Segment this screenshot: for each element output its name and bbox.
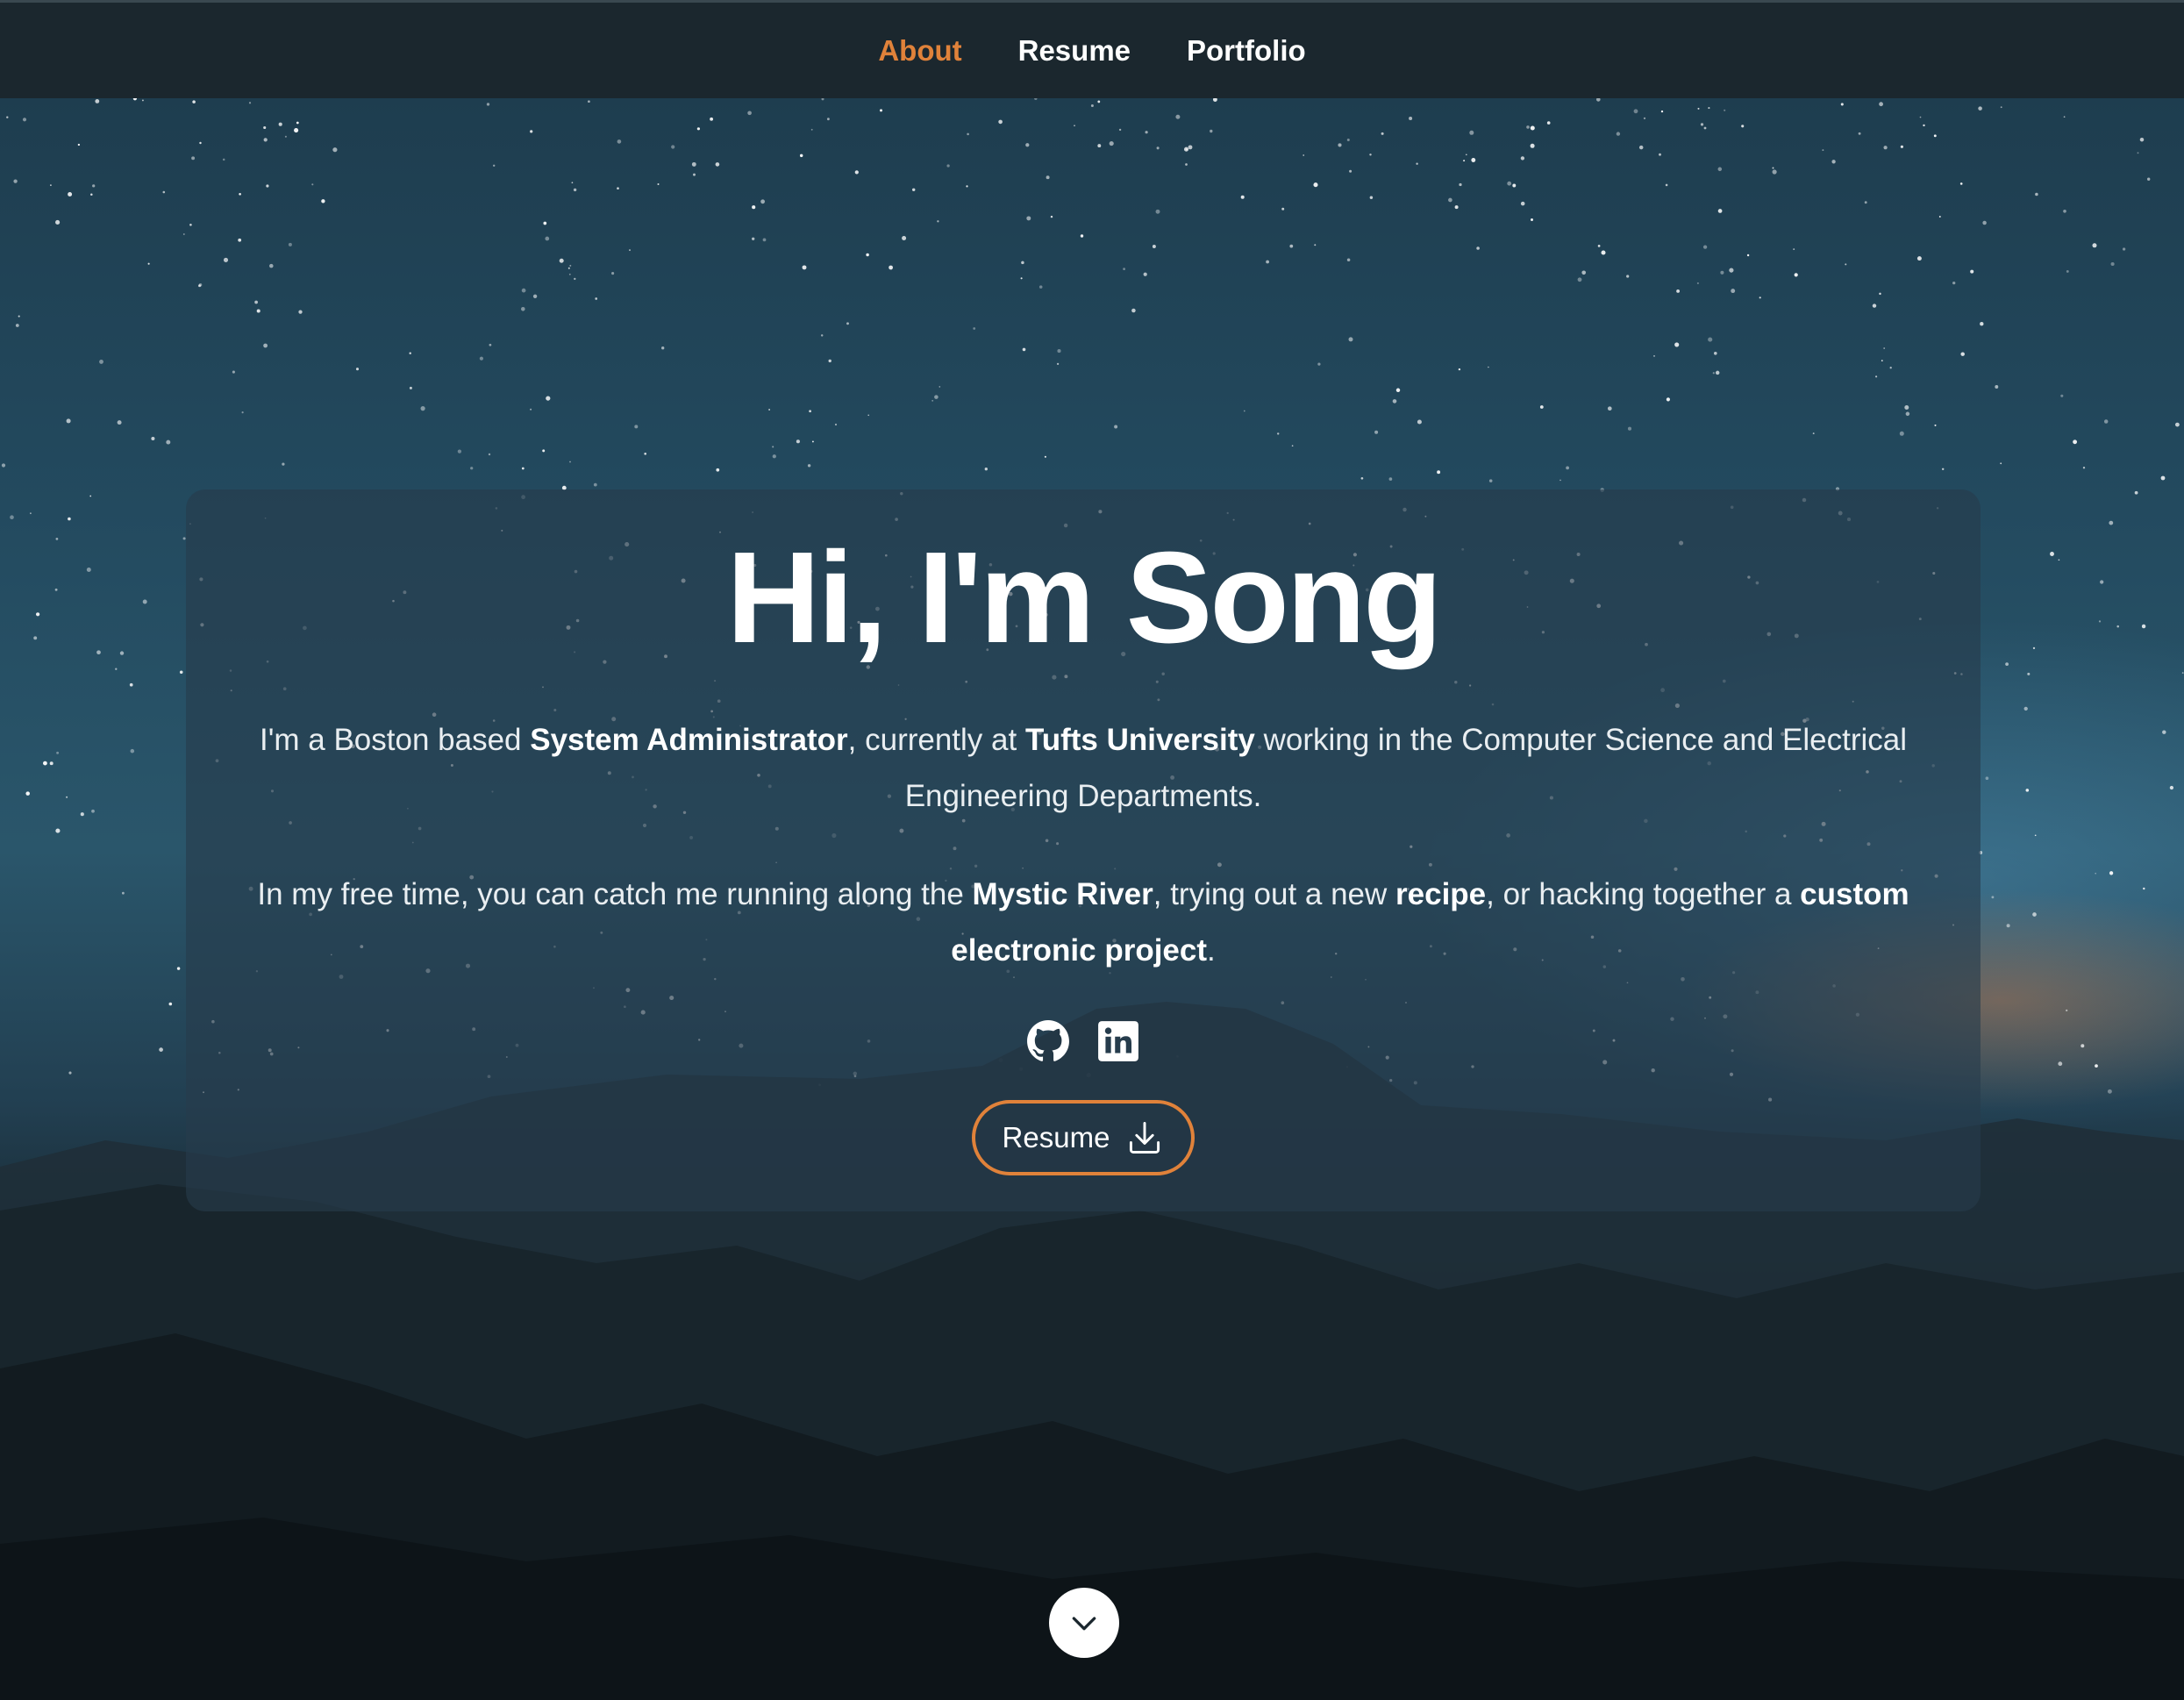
page-title: Hi, I'm Song	[726, 525, 1442, 670]
chevron-down-icon	[1072, 1617, 1096, 1631]
hobby-recipe: recipe	[1395, 877, 1487, 911]
hobbies-text-4: .	[1207, 933, 1216, 968]
intro-text-2: , currently at	[847, 723, 1025, 757]
hobbies-paragraph: In my free time, you can catch me runnin…	[230, 867, 1937, 979]
nav-item-portfolio[interactable]: Portfolio	[1187, 34, 1306, 68]
github-icon	[1027, 1020, 1069, 1061]
social-links	[186, 1019, 1981, 1063]
intro-text-1: I'm a Boston based	[259, 723, 531, 757]
page: About Resume Portfolio Hi, I'm Song I'm …	[0, 0, 2184, 1700]
intro-employer: Tufts University	[1024, 723, 1255, 757]
nav-item-about[interactable]: About	[878, 34, 961, 68]
github-link[interactable]	[1026, 1019, 1070, 1063]
linkedin-icon	[1098, 1021, 1138, 1061]
intro-card: Hi, I'm Song I'm a Boston based System A…	[186, 489, 1981, 1211]
hobbies-text-1: In my free time, you can catch me runnin…	[257, 877, 973, 911]
resume-button-label: Resume	[1002, 1121, 1110, 1154]
hobbies-text-2: , trying out a new	[1153, 877, 1396, 911]
nav-item-resume[interactable]: Resume	[1018, 34, 1131, 68]
intro-paragraph: I'm a Boston based System Administrator,…	[230, 712, 1937, 825]
download-icon	[1130, 1122, 1160, 1154]
scroll-down-button[interactable]	[1049, 1588, 1119, 1658]
top-navbar: About Resume Portfolio	[0, 0, 2184, 98]
hobby-river: Mystic River	[972, 877, 1153, 911]
intro-job-title: System Administrator	[530, 723, 848, 757]
hobbies-text-3: , or hacking together a	[1486, 877, 1801, 911]
linkedin-link[interactable]	[1096, 1019, 1140, 1063]
resume-download-button[interactable]: Resume	[972, 1100, 1195, 1175]
